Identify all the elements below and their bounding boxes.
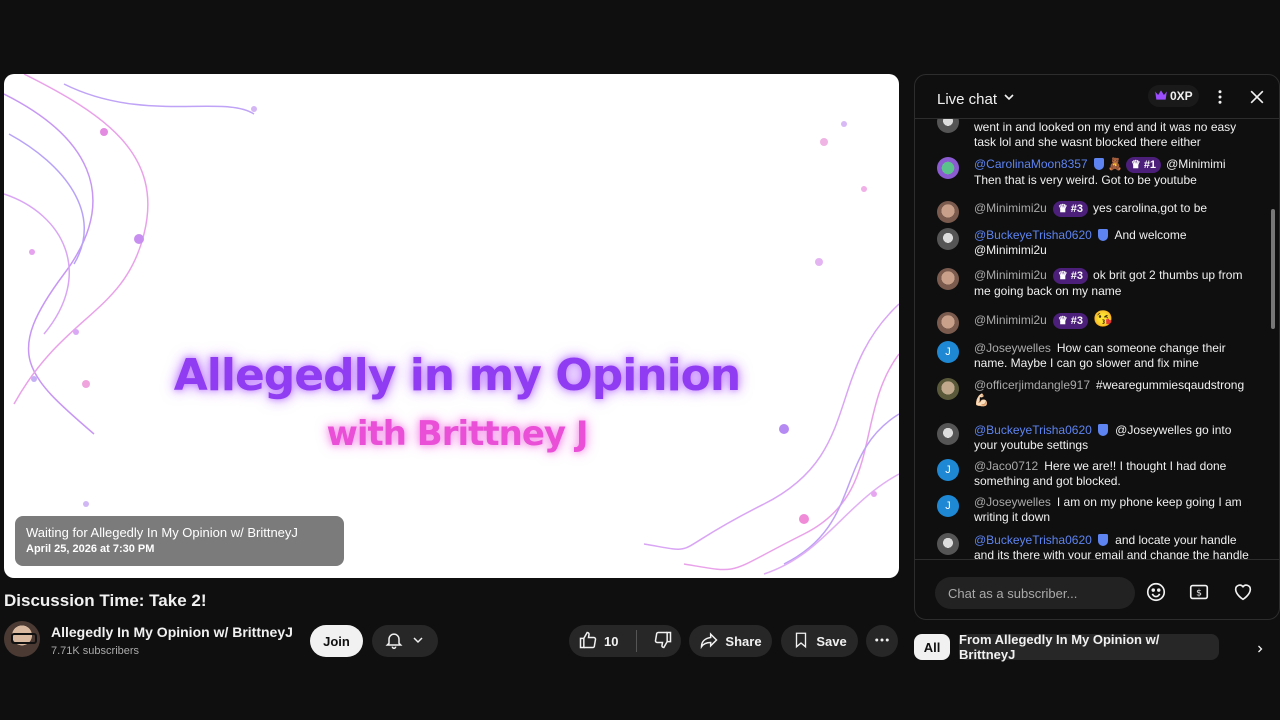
video-background-art [4,74,899,575]
author-name[interactable]: @BuckeyeTrisha0620 [974,533,1092,547]
verified-icon [1093,158,1104,170]
verified-icon [1097,229,1108,241]
chat-scrollbar[interactable] [1271,209,1275,329]
rank-badge: ♛ #3 [1052,201,1089,217]
save-label: Save [816,633,847,649]
author-name[interactable]: @BuckeyeTrisha0620 [974,228,1092,242]
more-vertical-icon [1211,90,1229,112]
author-name[interactable]: @Minimimi2u [974,201,1047,215]
subscriber-count: 7.71K subscribers [51,645,140,657]
chat-input-bar: $ [915,559,1279,619]
chat-filter-chips: All From Allegedly In My Opinion w/ Brit… [914,632,1280,662]
author-name[interactable]: @officerjimdangle917 [974,378,1090,392]
scheduled-date: April 25, 2026 at 7:30 PM [26,543,155,555]
chevron-down-icon [410,632,426,651]
crown-icon [1154,89,1168,104]
avatar[interactable] [937,119,959,133]
chat-messages[interactable]: went in and looked on my end and it was … [915,119,1279,559]
svg-text:$: $ [1196,588,1202,599]
join-button[interactable]: Join [310,625,363,657]
close-chat-button[interactable] [1247,86,1267,113]
channel-avatar[interactable] [4,621,40,657]
like-dislike-group[interactable]: 10 [569,625,681,657]
close-icon [1247,90,1267,112]
bookmark-icon [792,630,810,653]
author-name[interactable]: @BuckeyeTrisha0620 [974,423,1092,437]
waiting-overlay: Waiting for Allegedly In My Opinion w/ B… [15,516,344,566]
message-text: 😘 [1093,311,1113,328]
avatar[interactable] [937,157,959,179]
chat-title: Live chat [937,90,998,108]
avatar[interactable] [937,228,959,250]
chip-all[interactable]: All [914,634,950,660]
avatar[interactable] [937,268,959,290]
author-name[interactable]: @Joseywelles [974,341,1051,355]
rank-badge: ♛ #3 [1052,313,1089,329]
channel-name[interactable]: Allegedly In My Opinion w/ BrittneyJ [51,624,293,640]
bell-icon [384,630,404,653]
like-count: 10 [604,633,619,649]
live-chat-panel: Live chat 0XP went in and looked on my e… [914,74,1280,620]
verified-icon [1097,534,1108,546]
author-name[interactable]: @Minimimi2u [974,313,1047,327]
video-title: Discussion Time: Take 2! [4,591,207,610]
author-name[interactable]: @CarolinaMoon8357 [974,157,1088,171]
rank-badge: ♛ #3 [1052,268,1089,284]
stream-subtitle-graphic: with Brittney J [326,414,588,454]
chat-mode-dropdown[interactable]: Live chat [937,89,1017,109]
emoji-icon[interactable] [1145,581,1167,608]
chat-header: Live chat 0XP [915,75,1279,119]
rank-badge: ♛ #1 [1125,157,1162,173]
heart-icon[interactable] [1232,581,1254,608]
avatar[interactable] [937,312,959,334]
share-icon [699,630,719,653]
like-icon[interactable] [578,630,598,653]
chat-input[interactable] [935,577,1135,609]
message-text: yes carolina,got to be [1093,201,1208,215]
message-text: went in and looked on my end and it was … [974,120,1237,149]
author-name[interactable]: @Joseywelles [974,495,1051,509]
waiting-text: Waiting for Allegedly In My Opinion w/ B… [26,525,298,540]
save-button[interactable]: Save [781,625,858,657]
avatar[interactable] [937,201,959,223]
more-actions-button[interactable] [866,625,898,657]
chevron-right-icon[interactable] [1254,642,1266,661]
author-name[interactable]: @Minimimi2u [974,268,1047,282]
chevron-down-icon [1001,89,1017,109]
avatar[interactable] [937,378,959,400]
avatar[interactable] [937,533,959,555]
notification-button[interactable] [372,625,438,657]
author-name[interactable]: @Jaco0712 [974,459,1038,473]
chat-options-button[interactable] [1211,86,1229,113]
avatar[interactable]: J [937,495,959,517]
xp-badge[interactable]: 0XP [1148,85,1199,107]
video-player[interactable]: Allegedly in my Opinion with Brittney J … [4,74,899,578]
share-label: Share [725,633,762,649]
avatar[interactable] [937,423,959,445]
avatar[interactable]: J [937,341,959,363]
verified-icon [1097,424,1108,436]
divider [636,630,638,652]
chip-from-channel[interactable]: From Allegedly In My Opinion w/ Brittney… [959,632,1219,662]
super-chat-icon[interactable]: $ [1187,581,1211,608]
share-button[interactable]: Share [689,625,772,657]
reaction-icon: 🧸 [1107,157,1123,171]
avatar[interactable]: J [937,459,959,481]
more-horizontal-icon [873,631,891,652]
stream-title-graphic: Allegedly in my Opinion [173,350,742,401]
xp-value: 0XP [1170,89,1193,103]
dislike-icon[interactable] [653,630,673,653]
